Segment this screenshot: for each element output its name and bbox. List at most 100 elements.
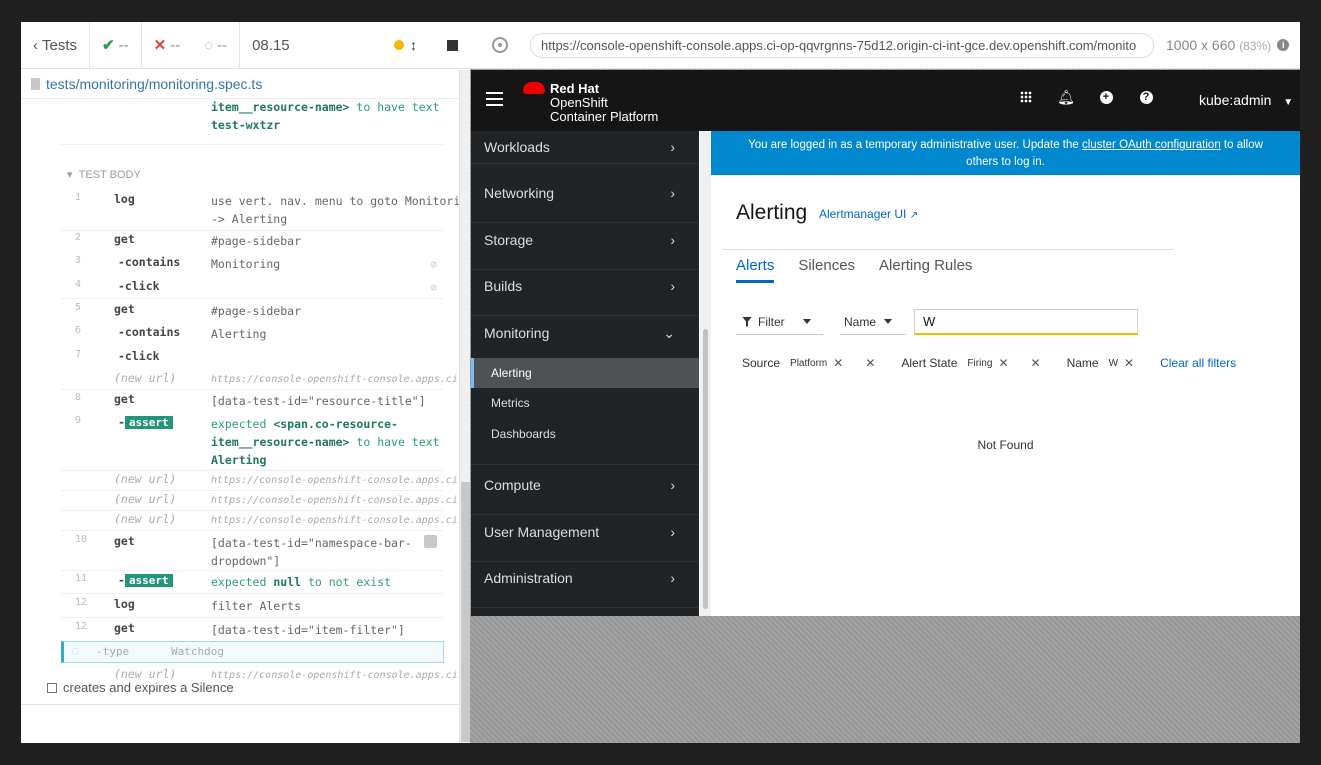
remove-group-icon[interactable]: ✕ [865, 356, 875, 370]
failed-value: -- [170, 36, 181, 54]
nav-compute[interactable]: Compute › [471, 469, 699, 515]
name-select[interactable]: Name [840, 309, 906, 335]
app-launcher-grid-icon[interactable] [1019, 90, 1033, 104]
help-icon[interactable]: ? [1139, 90, 1153, 104]
command-message: use vert. nav. menu to goto Monitoring -… [211, 194, 461, 226]
test-body-label[interactable]: ▾ TEST BODY [67, 168, 141, 181]
tab-alerting-rules[interactable]: Alerting Rules [879, 257, 972, 283]
nav-dashboards[interactable]: Dashboards [471, 419, 699, 449]
command-number: 12 [75, 597, 88, 608]
next-test-item[interactable]: creates and expires a Silence [47, 680, 234, 695]
viewport-size: 1000 x 660 (83%) [1166, 37, 1271, 53]
url-display[interactable]: https://console-openshift-console.apps.c… [530, 32, 1154, 58]
nav-administration[interactable]: Administration › [471, 562, 699, 608]
brand-line-2: OpenShift [550, 95, 608, 110]
info-icon[interactable]: i [1277, 39, 1290, 51]
red-hat-icon [523, 82, 545, 94]
command-name: get [114, 534, 135, 548]
check-icon: ✔ [102, 37, 115, 54]
bell-icon[interactable]: 🔔︎ [1057, 89, 1075, 105]
test-status-box-icon [47, 682, 57, 693]
nav-monitoring[interactable]: Monitoring ⌄ [471, 317, 699, 363]
nav-storage[interactable]: Storage › [471, 224, 699, 270]
runner-scrollbar[interactable] [459, 70, 470, 743]
command-name: log [114, 597, 135, 611]
command-message: item__resource-name> [211, 435, 350, 449]
caret-down-icon [884, 319, 893, 324]
user-menu[interactable]: kube:admin ▼ [1199, 92, 1293, 108]
eye-slash-icon: ⊘ [430, 258, 437, 271]
next-test-label: creates and expires a Silence [63, 680, 234, 695]
main-content: You are logged in as a temporary adminis… [711, 131, 1300, 616]
command-message: [data-test-id="item-filter"] [211, 623, 405, 637]
clear-all-filters-link[interactable]: Clear all filters [1160, 356, 1236, 370]
command-number: 10 [75, 534, 88, 545]
tab-silences[interactable]: Silences [798, 257, 855, 283]
nav-builds[interactable]: Builds › [471, 270, 699, 316]
scroll-arrows-icon[interactable]: ↕ [410, 37, 417, 53]
eye-slash-icon: ⊘ [430, 281, 437, 294]
nav-workloads[interactable]: Workloads › [471, 131, 699, 164]
duration: 08.15 [240, 22, 302, 69]
nav-networking[interactable]: Networking › [471, 177, 699, 223]
brand-line-1: Red Hat [550, 81, 600, 96]
chip-category-source: Source [742, 356, 781, 370]
name-filter-input[interactable] [914, 309, 1138, 335]
remove-group-icon[interactable]: ✕ [1031, 356, 1041, 370]
nav-scrollbar[interactable] [700, 131, 711, 616]
selector-playground-icon[interactable] [492, 37, 508, 53]
command-name: (new url) [114, 371, 177, 385]
nav-label: Workloads [484, 139, 550, 155]
nav-metrics[interactable]: Metrics [471, 388, 699, 418]
yellow-dot-icon [394, 40, 404, 50]
command-name: get [114, 232, 135, 246]
nav-label: Dashboards [491, 427, 556, 441]
active-command-row[interactable]: ◌ -type Watchdog [61, 641, 444, 663]
remove-chip-icon[interactable]: ✕ [998, 356, 1008, 370]
nav-alerting[interactable]: Alerting [471, 358, 699, 388]
chevron-right-icon: › [670, 185, 675, 201]
external-link-icon: ↗ [909, 210, 919, 221]
tab-alerts[interactable]: Alerts [736, 257, 775, 283]
spec-file-link[interactable]: tests/monitoring/monitoring.spec.ts [21, 69, 470, 99]
stop-icon[interactable] [447, 39, 458, 51]
command-message: item__resource-name> [211, 100, 350, 114]
chevron-left-icon: ‹ [33, 36, 38, 54]
hamburger-menu-icon[interactable] [486, 92, 503, 106]
nav-user-management[interactable]: User Management › [471, 516, 699, 562]
nav-label: Builds [484, 278, 523, 294]
command-number: 8 [75, 392, 82, 403]
command-name: -click [118, 349, 160, 363]
command-message: <span.co-resource- [273, 417, 398, 431]
alertmanager-ui-link[interactable]: Alertmanager UI ↗ [819, 207, 918, 221]
command-message: to not exist [307, 575, 392, 589]
chip-firing: Firing [967, 357, 993, 369]
runner-header: ‹ Tests ✔ -- ✕ -- ◌ -- 08.15 ↕ [21, 22, 470, 69]
page-title: Alerting [736, 201, 808, 224]
remove-chip-icon[interactable]: ✕ [833, 356, 843, 370]
plus-circle-icon[interactable]: + [1099, 90, 1113, 104]
filter-dropdown[interactable]: Filter [736, 309, 823, 335]
command-log: item__resource-name> to have text test-w… [21, 100, 461, 704]
test-runner-panel: ‹ Tests ✔ -- ✕ -- ◌ -- 08.15 ↕ tests/mon… [21, 22, 470, 743]
caret-down-icon [802, 319, 811, 324]
file-icon [31, 77, 40, 90]
caret-down-icon: ▼ [1283, 97, 1294, 108]
chip-platform: Platform [790, 357, 828, 369]
command-name: (new url) [114, 472, 177, 486]
section-label: TEST BODY [78, 169, 141, 181]
command-message: https://console-openshift-console.apps.c… [211, 374, 461, 385]
sidebar-nav: Workloads › Networking › Storage › Builds › … [471, 131, 699, 616]
tests-back-button[interactable]: ‹ Tests [21, 22, 91, 69]
empty-state: Not Found [977, 438, 1034, 452]
brand-line-3: Container Platform [550, 109, 659, 124]
command-name: (new url) [114, 492, 177, 506]
viewport-dimensions: 1000 x 660 [1166, 37, 1236, 53]
cluster-oauth-link[interactable]: cluster OAuth configuration [1082, 139, 1221, 151]
banner-text: You are logged in as a temporary adminis… [748, 139, 1082, 151]
user-name: kube:admin [1199, 92, 1272, 108]
chip-name-value: W [1108, 357, 1119, 369]
command-number: 3 [75, 255, 82, 266]
pending-value: -- [217, 36, 228, 54]
remove-chip-icon[interactable]: ✕ [1124, 356, 1134, 370]
